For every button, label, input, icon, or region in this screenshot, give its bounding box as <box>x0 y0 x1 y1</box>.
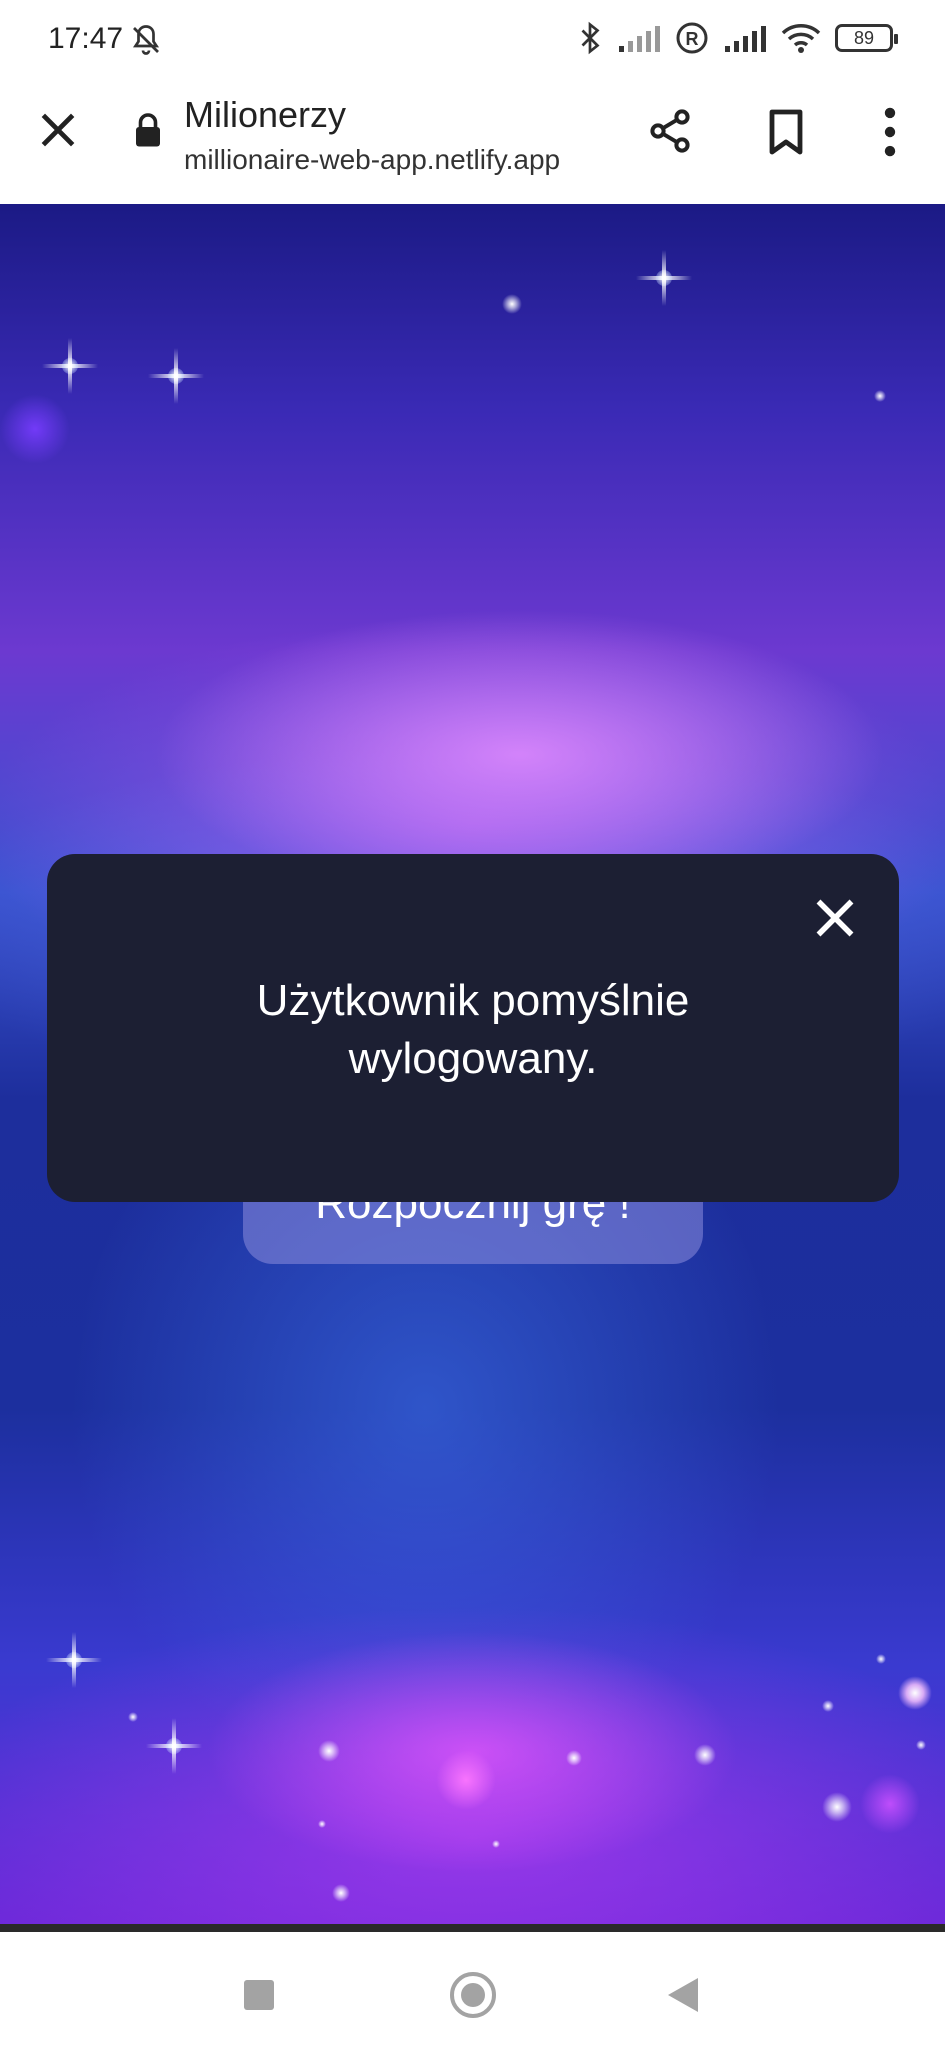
sparkle-icon <box>148 348 204 404</box>
page-title: Milionerzy <box>184 94 347 135</box>
bell-off-icon <box>132 25 160 55</box>
star-dot <box>318 1820 326 1828</box>
notification-line-2: wylogowany. <box>348 1034 598 1083</box>
share-icon[interactable] <box>646 106 694 156</box>
star-dot <box>874 390 886 402</box>
glow-orb <box>0 394 70 464</box>
star-dot <box>502 294 522 314</box>
status-bar: 17:47 R 89 <box>0 0 945 80</box>
star-dot <box>128 1712 138 1722</box>
sparkle-icon <box>42 338 98 394</box>
browser-toolbar: Milionerzy millionaire-web-app.netlify.a… <box>0 80 945 204</box>
star-dot <box>898 1676 932 1710</box>
star-dot <box>566 1750 582 1766</box>
svg-text:R: R <box>686 29 699 49</box>
navigation-bar <box>0 1924 945 2048</box>
star-dot <box>822 1792 852 1822</box>
glow-orb <box>436 1750 496 1810</box>
status-time: 17:47 <box>48 22 124 55</box>
page-url[interactable]: millionaire-web-app.netlify.app <box>184 144 560 176</box>
star-dot <box>492 1840 500 1848</box>
logout-notification: Użytkownik pomyślnie wylogowany. <box>47 854 899 1202</box>
more-menu-icon[interactable] <box>876 106 904 158</box>
battery-icon: 89 <box>835 24 898 52</box>
star-dot <box>318 1740 340 1762</box>
signal-icon <box>725 26 766 52</box>
sparkle-icon <box>46 1632 102 1688</box>
signal-icon <box>619 26 660 52</box>
star-dot <box>876 1654 886 1664</box>
star-dot <box>332 1884 350 1902</box>
star-dot <box>694 1744 716 1766</box>
bookmark-icon[interactable] <box>766 108 806 156</box>
star-dot <box>916 1740 926 1750</box>
roaming-icon: R <box>676 22 708 54</box>
status-icons: R 89 <box>577 20 898 56</box>
sparkle-icon <box>146 1718 202 1774</box>
wifi-icon <box>781 24 821 53</box>
star-dot <box>822 1700 834 1712</box>
close-icon[interactable] <box>36 108 80 152</box>
sparkle-icon <box>636 250 692 306</box>
close-icon[interactable] <box>813 896 857 940</box>
bluetooth-icon <box>581 21 600 55</box>
glow-orb <box>860 1774 920 1834</box>
home-button[interactable] <box>450 1972 496 2018</box>
notification-message: Użytkownik pomyślnie wylogowany. <box>47 972 899 1088</box>
recent-apps-button[interactable] <box>244 1980 274 2010</box>
notification-line-1: Użytkownik pomyślnie <box>256 976 690 1025</box>
lock-icon <box>136 113 160 147</box>
back-button[interactable] <box>668 1978 698 2012</box>
battery-level: 89 <box>853 27 875 48</box>
